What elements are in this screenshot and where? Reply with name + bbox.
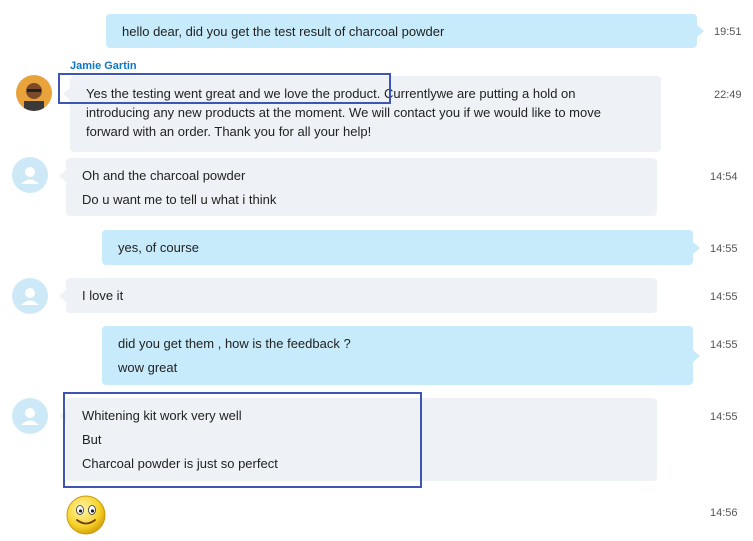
user-silhouette-icon[interactable]	[12, 157, 48, 193]
message-timestamp: 14:55	[710, 339, 738, 351]
message-bubble-incoming[interactable]: I love it	[59, 278, 657, 313]
message-timestamp: 14:54	[710, 171, 738, 183]
message-timestamp: 19:51	[714, 26, 742, 38]
message-line: wow great	[118, 360, 178, 375]
user-silhouette-icon[interactable]	[12, 398, 48, 434]
message-line: Oh and the charcoal powder	[82, 168, 246, 183]
message-timestamp: 14:56	[710, 507, 738, 519]
contact-photo[interactable]	[16, 75, 52, 111]
message-timestamp: 22:49	[714, 89, 742, 101]
message-line: I love it	[82, 288, 124, 303]
message-timestamp: 14:55	[710, 411, 738, 423]
message-bubble-outgoing[interactable]: did you get them , how is the feedback ?…	[102, 326, 700, 385]
message-bubble-outgoing[interactable]: yes, of course	[102, 230, 700, 265]
message-bubble-outgoing[interactable]: hello dear, did you get the test result …	[106, 14, 704, 48]
user-silhouette-icon[interactable]	[12, 278, 48, 314]
message-line: Do u want me to tell u what i think	[82, 192, 277, 207]
message-bubble-incoming[interactable]: Oh and the charcoal powder Do u want me …	[59, 158, 657, 216]
message-timestamp: 14:55	[710, 291, 738, 303]
message-timestamp: 14:55	[710, 243, 738, 255]
message-line: forward with an order. Thank you for all…	[86, 124, 372, 139]
highlight-box	[63, 392, 422, 488]
smiley-face-icon[interactable]	[65, 494, 107, 541]
message-line: hello dear, did you get the test result …	[122, 24, 445, 39]
message-line: yes, of course	[118, 240, 199, 255]
message-line: did you get them , how is the feedback ?	[118, 336, 351, 351]
sender-name[interactable]: Jamie Gartin	[70, 60, 137, 72]
message-line: introducing any new products at the mome…	[86, 105, 601, 120]
highlight-box	[58, 73, 391, 104]
